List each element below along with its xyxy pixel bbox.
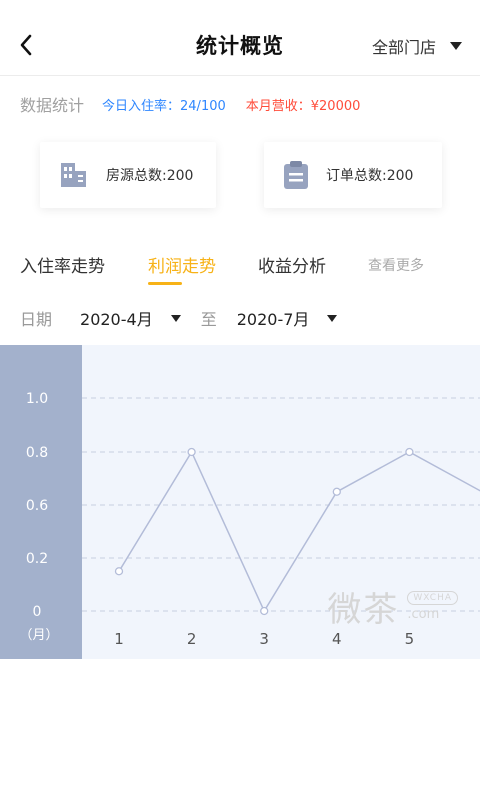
room-count-text: 房源总数:200 <box>106 168 194 184</box>
view-more-link[interactable]: 查看更多 <box>368 255 424 275</box>
order-count-card[interactable]: 订单总数:200 <box>264 142 442 208</box>
y-tick-label: 0.8 <box>26 445 48 461</box>
y-tick-label: 1.0 <box>26 391 48 407</box>
watermark-badge: WXCHA <box>407 591 458 605</box>
active-tab-indicator <box>148 282 182 285</box>
watermark: 微茶 WXCHA .com <box>327 582 458 631</box>
caret-down-icon <box>450 42 462 50</box>
data-point[interactable] <box>114 567 124 576</box>
date-filter: 日期 2020-4月 至 2020-7月 <box>20 305 338 331</box>
caret-down-icon <box>170 314 181 322</box>
stats-summary: 数据统计 今日入住率：24/100 本月营收：¥20000 <box>20 92 360 116</box>
end-month-select[interactable]: 2020-7月 <box>237 306 338 330</box>
x-tick-label: 1 <box>114 630 124 648</box>
tab-profit-trend[interactable]: 利润走势 <box>148 252 216 277</box>
store-selector[interactable]: 全部门店 <box>372 34 462 58</box>
store-selector-label: 全部门店 <box>371 38 436 57</box>
order-count-text: 订单总数:200 <box>326 168 414 184</box>
x-tick-label: 2 <box>187 630 197 648</box>
start-month-value: 2020-4月 <box>80 310 153 329</box>
end-month-value: 2020-7月 <box>236 310 310 329</box>
occupancy-rate: 今日入住率：24/100 <box>102 98 226 114</box>
data-point[interactable] <box>405 447 414 457</box>
y-tick-label: 0.2 <box>26 551 48 567</box>
data-point[interactable] <box>332 487 341 496</box>
y-tick-label: 0.6 <box>26 498 48 514</box>
trend-tabs: 入住率走势 利润走势 收益分析 查看更多 <box>0 248 480 288</box>
start-month-select[interactable]: 2020-4月 <box>80 306 181 330</box>
monthly-revenue: 本月营收：¥20000 <box>245 98 361 114</box>
x-tick-label: 4 <box>332 630 342 648</box>
watermark-main: 微茶 <box>327 590 400 630</box>
profit-chart: 1.0 0.8 0.6 0.2 0 （月） 1 2 3 4 5 微茶 WXCHA .com <box>0 345 480 659</box>
tab-revenue-analysis[interactable]: 收益分析 <box>258 252 326 277</box>
stats-label: 数据统计 <box>20 96 85 115</box>
x-tick-label: 5 <box>405 630 415 648</box>
date-separator: 至 <box>200 310 217 329</box>
data-point[interactable] <box>260 606 269 616</box>
clipboard-icon <box>284 161 308 189</box>
room-count-card[interactable]: 房源总数:200 <box>40 142 216 208</box>
data-point[interactable] <box>187 447 196 457</box>
building-icon <box>61 163 86 187</box>
top-bar: 统计概览 全部门店 <box>0 0 480 76</box>
y-tick-label: 0 <box>33 604 42 620</box>
tab-occupancy-trend[interactable]: 入住率走势 <box>20 252 105 277</box>
caret-down-icon <box>327 314 338 322</box>
x-axis-unit-label: （月） <box>19 628 58 643</box>
x-tick-label: 3 <box>259 630 269 648</box>
date-label: 日期 <box>20 310 53 329</box>
watermark-domain: .com <box>407 607 440 622</box>
